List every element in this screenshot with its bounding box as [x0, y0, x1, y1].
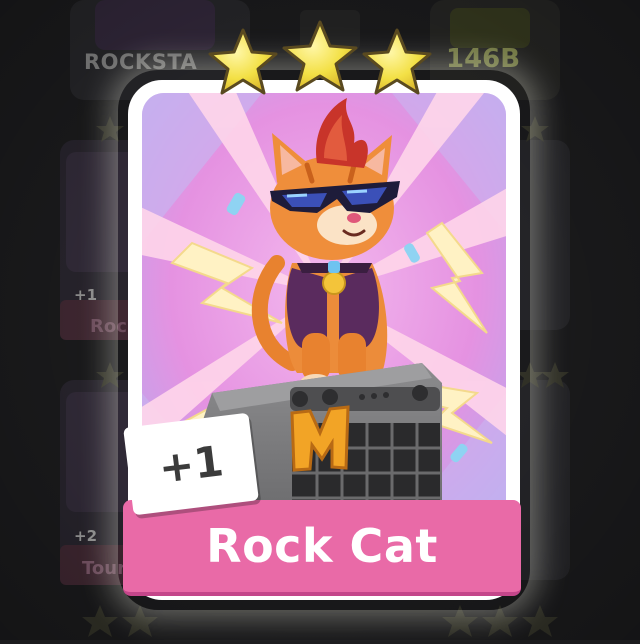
star-rating	[208, 20, 432, 95]
card-count: +1	[156, 435, 226, 493]
background-card-count: +1	[74, 286, 98, 304]
star-icon	[282, 20, 358, 92]
card-name-banner: Rock Cat	[123, 500, 521, 596]
card-name: Rock Cat	[206, 519, 438, 573]
card-count-badge: +1	[123, 412, 259, 516]
star-icon	[208, 28, 278, 95]
star-icon	[362, 28, 432, 95]
background-card-count: +2	[74, 527, 98, 545]
